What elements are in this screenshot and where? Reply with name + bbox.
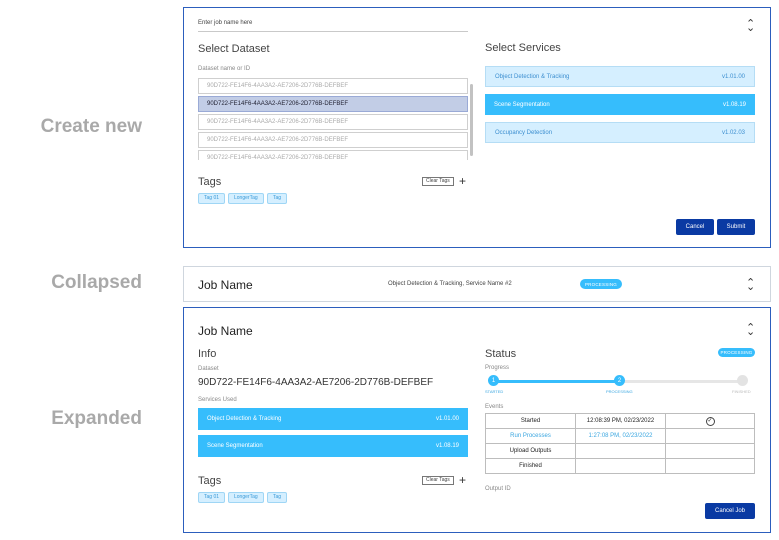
add-tag-icon[interactable]: + bbox=[459, 175, 466, 187]
tag-chip[interactable]: Tag 01 bbox=[198, 492, 226, 503]
label-collapsed: Collapsed bbox=[51, 272, 142, 293]
tag-chip[interactable]: LongerTag bbox=[228, 193, 264, 204]
step-label-started: STARTED bbox=[485, 389, 504, 394]
service-option-object-detection[interactable]: Object Detection & Tracking v1.01.00 bbox=[485, 66, 755, 87]
label-create-new: Create new bbox=[40, 116, 142, 137]
event-name[interactable]: Run Processes bbox=[485, 428, 576, 444]
cancel-job-button[interactable]: Cancel Job bbox=[705, 503, 755, 519]
collapsed-job-name: Job Name bbox=[198, 278, 253, 292]
expanded-job-name: Job Name bbox=[198, 324, 253, 338]
expand-chevron-icon[interactable]: ⌃ ⌄ bbox=[746, 276, 755, 302]
service-name: Scene Segmentation bbox=[207, 443, 263, 449]
progress-step-processing: 2 bbox=[614, 375, 625, 386]
dataset-option[interactable]: 90D722-FE14F6-4AA3A2-AE7206-2D776B-DEFBE… bbox=[198, 114, 468, 130]
clear-tags-button[interactable]: Clear Tags bbox=[422, 177, 454, 186]
table-row: Finished bbox=[485, 458, 755, 474]
service-version: v1.01.00 bbox=[435, 416, 459, 422]
dataset-field-label: Dataset name or ID bbox=[198, 66, 251, 72]
info-heading: Info bbox=[198, 348, 217, 360]
tags-heading: Tags bbox=[198, 176, 222, 188]
clear-tags-button[interactable]: Clear Tags bbox=[422, 476, 454, 485]
step-label-finished: FINISHED bbox=[732, 389, 751, 394]
service-version: v1.08.19 bbox=[722, 101, 746, 108]
collapse-chevron-icon[interactable]: ⌃ ⌄ bbox=[746, 321, 755, 347]
service-option-occupancy-detection[interactable]: Occupancy Detection v1.02.03 bbox=[485, 122, 755, 143]
tag-chip[interactable]: Tag bbox=[267, 193, 288, 204]
dataset-option[interactable]: 90D722-FE14F6-4AA3A2-AE7206-2D776B-DEFBE… bbox=[198, 78, 468, 94]
service-name: Object Detection & Tracking bbox=[207, 416, 282, 422]
submit-button[interactable]: Submit bbox=[717, 219, 755, 235]
event-name: Finished bbox=[485, 458, 576, 474]
event-name: Started bbox=[485, 413, 576, 429]
services-used-label: Services Used bbox=[198, 397, 237, 403]
collapsed-status-badge: PROCESSING bbox=[580, 279, 622, 289]
tag-chip[interactable]: Tag bbox=[267, 492, 288, 503]
table-row: Run Processes 1:27:08 PM, 02/23/2022 bbox=[485, 428, 755, 444]
add-tag-icon[interactable]: + bbox=[459, 474, 466, 486]
status-badge: PROCESSING bbox=[718, 348, 755, 357]
service-version: v1.02.03 bbox=[721, 129, 745, 136]
service-version: v1.01.00 bbox=[721, 73, 745, 80]
collapse-chevron-icon[interactable]: ⌃ ⌄ bbox=[746, 17, 755, 43]
dataset-label: Dataset bbox=[198, 366, 219, 372]
dataset-id: 90D722-FE14F6-4AA3A2-AE7206-2D776B-DEFBE… bbox=[198, 377, 434, 388]
service-option-scene-segmentation[interactable]: Scene Segmentation v1.08.19 bbox=[485, 94, 755, 115]
cancel-button[interactable]: Cancel bbox=[676, 219, 714, 235]
service-used-scene-segmentation: Scene Segmentation v1.08.19 bbox=[198, 435, 468, 457]
event-status: ✓ bbox=[665, 413, 755, 429]
progress-label: Progress bbox=[485, 365, 510, 371]
service-name: Object Detection & Tracking bbox=[495, 73, 570, 80]
tag-chip[interactable]: Tag 01 bbox=[198, 193, 226, 204]
output-id-label: Output ID bbox=[485, 486, 511, 492]
dataset-scrollbar[interactable] bbox=[470, 84, 473, 156]
dataset-option[interactable]: 90D722-FE14F6-4AA3A2-AE7206-2D776B-DEFBE… bbox=[198, 132, 468, 148]
progress-step-finished bbox=[737, 375, 748, 386]
event-time: 12:08:39 PM, 02/23/2022 bbox=[575, 413, 666, 429]
event-status bbox=[665, 458, 755, 474]
event-name: Upload Outputs bbox=[485, 443, 576, 459]
dataset-list[interactable]: 90D722-FE14F6-4AA3A2-AE7206-2D776B-DEFBE… bbox=[198, 78, 468, 160]
events-table: Started 12:08:39 PM, 02/23/2022 ✓ Run Pr… bbox=[485, 413, 755, 474]
check-circle-icon: ✓ bbox=[705, 416, 715, 426]
select-services-heading: Select Services bbox=[485, 42, 561, 54]
service-used-object-detection: Object Detection & Tracking v1.01.00 bbox=[198, 408, 468, 430]
dataset-option[interactable]: 90D722-FE14F6-4AA3A2-AE7206-2D776B-DEFBE… bbox=[198, 150, 468, 160]
tags-heading: Tags bbox=[198, 475, 222, 487]
collapsed-services-summary: Object Detection & Tracking, Service Nam… bbox=[388, 281, 512, 287]
status-heading: Status bbox=[485, 348, 517, 360]
select-dataset-heading: Select Dataset bbox=[198, 43, 270, 55]
event-status bbox=[665, 443, 755, 459]
service-version: v1.08.19 bbox=[435, 443, 459, 449]
service-name: Scene Segmentation bbox=[494, 101, 550, 108]
event-time: 1:27:08 PM, 02/23/2022 bbox=[575, 428, 666, 444]
progress-step-started: 1 bbox=[488, 375, 499, 386]
progress-fill bbox=[493, 380, 618, 383]
job-name-input[interactable]: Enter job name here bbox=[198, 20, 468, 32]
tag-chip[interactable]: LongerTag bbox=[228, 492, 264, 503]
events-label: Events bbox=[485, 404, 504, 410]
dataset-option-selected[interactable]: 90D722-FE14F6-4AA3A2-AE7206-2D776B-DEFBE… bbox=[198, 96, 468, 112]
label-expanded: Expanded bbox=[51, 408, 142, 429]
table-row: Upload Outputs bbox=[485, 443, 755, 459]
event-time bbox=[575, 443, 666, 459]
event-time bbox=[575, 458, 666, 474]
table-row: Started 12:08:39 PM, 02/23/2022 ✓ bbox=[485, 413, 755, 429]
service-name: Occupancy Detection bbox=[495, 129, 553, 136]
step-label-processing: PROCESSING bbox=[606, 389, 633, 394]
event-status bbox=[665, 428, 755, 444]
